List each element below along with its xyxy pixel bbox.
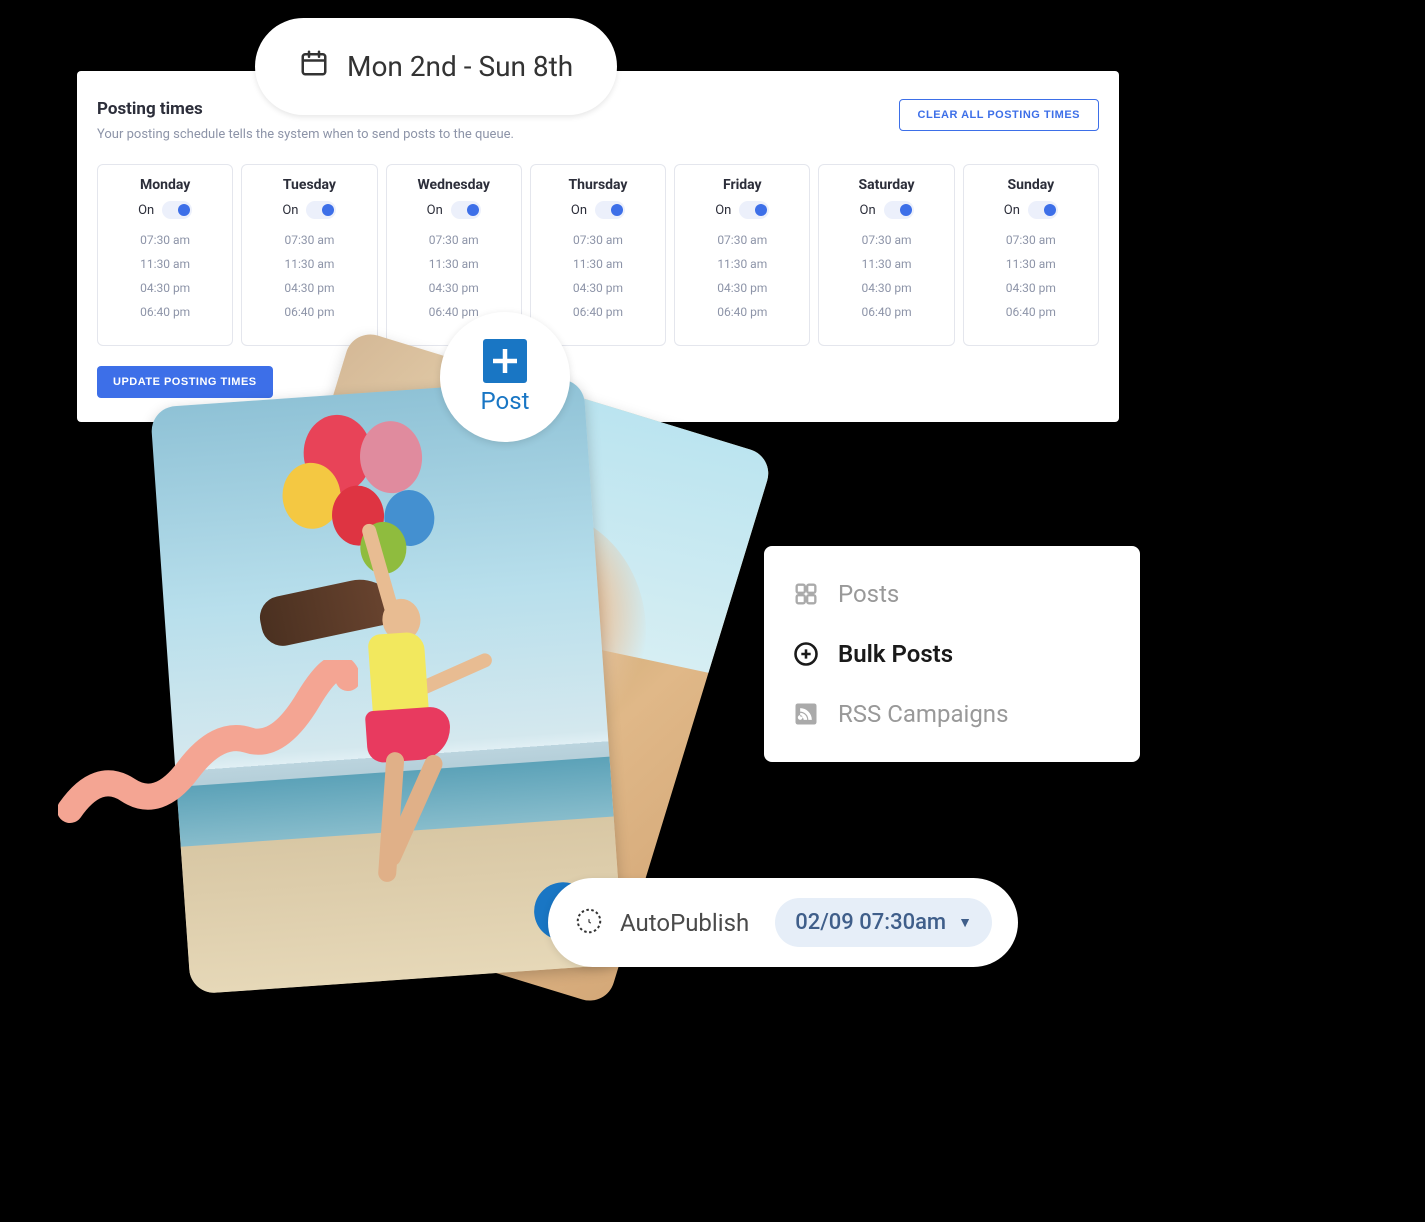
- time-slot[interactable]: 06:40 pm: [829, 305, 943, 319]
- toggle-label: On: [282, 203, 298, 218]
- toggle-label: On: [1004, 203, 1020, 218]
- time-slot[interactable]: 06:40 pm: [108, 305, 222, 319]
- menu-item-posts[interactable]: Posts: [764, 564, 1140, 624]
- posting-times-subtitle: Your posting schedule tells the system w…: [97, 127, 514, 142]
- post-button-label: Post: [481, 387, 530, 415]
- day-card: Monday On 07:30 am 11:30 am 04:30 pm 06:40 pm: [97, 164, 233, 346]
- time-slot[interactable]: 07:30 am: [685, 233, 799, 247]
- time-slot[interactable]: 07:30 am: [397, 233, 511, 247]
- day-toggle[interactable]: [884, 201, 914, 219]
- time-slot[interactable]: 11:30 am: [541, 257, 655, 271]
- time-slot[interactable]: 04:30 pm: [829, 281, 943, 295]
- post-type-menu: Posts Bulk Posts RSS Campaigns: [764, 546, 1140, 762]
- menu-item-rss-campaigns[interactable]: RSS Campaigns: [764, 684, 1140, 744]
- time-slot[interactable]: 11:30 am: [829, 257, 943, 271]
- new-post-button[interactable]: Post: [440, 312, 570, 442]
- posting-times-panel: Posting times Your posting schedule tell…: [77, 71, 1119, 422]
- days-grid: Monday On 07:30 am 11:30 am 04:30 pm 06:40 pm…: [97, 164, 1099, 346]
- time-slot[interactable]: 07:30 am: [108, 233, 222, 247]
- time-slot[interactable]: 11:30 am: [108, 257, 222, 271]
- time-slot[interactable]: 04:30 pm: [685, 281, 799, 295]
- autopublish-time-picker[interactable]: 02/09 07:30am ▼: [775, 898, 992, 947]
- day-toggle[interactable]: [595, 201, 625, 219]
- toggle-label: On: [427, 203, 443, 218]
- day-name: Wednesday: [397, 177, 511, 193]
- time-slot[interactable]: 11:30 am: [252, 257, 366, 271]
- time-slot[interactable]: 04:30 pm: [397, 281, 511, 295]
- day-name: Thursday: [541, 177, 655, 193]
- time-slot[interactable]: 07:30 am: [974, 233, 1088, 247]
- plus-icon: [483, 339, 527, 383]
- menu-item-label: Posts: [838, 580, 899, 608]
- day-card: Friday On 07:30 am 11:30 am 04:30 pm 06:40 pm: [674, 164, 810, 346]
- time-slot[interactable]: 07:30 am: [829, 233, 943, 247]
- time-slot[interactable]: 11:30 am: [397, 257, 511, 271]
- toggle-label: On: [715, 203, 731, 218]
- menu-item-label: Bulk Posts: [838, 640, 953, 668]
- toggle-label: On: [138, 203, 154, 218]
- day-toggle[interactable]: [162, 201, 192, 219]
- time-slot[interactable]: 06:40 pm: [541, 305, 655, 319]
- decorative-squiggle: [58, 660, 358, 840]
- calendar-icon: [299, 48, 329, 85]
- plus-circle-icon: [792, 640, 820, 668]
- time-slot[interactable]: 04:30 pm: [108, 281, 222, 295]
- chevron-down-icon: ▼: [958, 914, 972, 931]
- time-slot[interactable]: 06:40 pm: [974, 305, 1088, 319]
- time-slot[interactable]: 07:30 am: [541, 233, 655, 247]
- autopublish-time: 02/09 07:30am: [795, 910, 946, 935]
- day-name: Saturday: [829, 177, 943, 193]
- grid-icon: [792, 580, 820, 608]
- date-range-text: Mon 2nd - Sun 8th: [347, 50, 573, 83]
- time-slot[interactable]: 04:30 pm: [252, 281, 366, 295]
- autopublish-pill: AutoPublish 02/09 07:30am ▼: [548, 878, 1018, 967]
- clock-icon: [574, 906, 604, 940]
- day-card: Tuesday On 07:30 am 11:30 am 04:30 pm 06:40 p…: [241, 164, 377, 346]
- toggle-label: On: [571, 203, 587, 218]
- day-card: Thursday On 07:30 am 11:30 am 04:30 pm 06:40 …: [530, 164, 666, 346]
- day-name: Friday: [685, 177, 799, 193]
- time-slot[interactable]: 11:30 am: [685, 257, 799, 271]
- day-toggle[interactable]: [306, 201, 336, 219]
- update-posting-times-button[interactable]: UPDATE POSTING TIMES: [97, 366, 273, 398]
- time-slot[interactable]: 11:30 am: [974, 257, 1088, 271]
- day-toggle[interactable]: [739, 201, 769, 219]
- day-name: Monday: [108, 177, 222, 193]
- time-slot[interactable]: 06:40 pm: [685, 305, 799, 319]
- menu-item-bulk-posts[interactable]: Bulk Posts: [764, 624, 1140, 684]
- time-slot[interactable]: 04:30 pm: [541, 281, 655, 295]
- time-slot[interactable]: 07:30 am: [252, 233, 366, 247]
- day-card: Saturday On 07:30 am 11:30 am 04:30 pm 06:40 …: [818, 164, 954, 346]
- rss-icon: [792, 700, 820, 728]
- menu-item-label: RSS Campaigns: [838, 700, 1008, 728]
- autopublish-label: AutoPublish: [620, 909, 749, 937]
- clear-all-button[interactable]: CLEAR ALL POSTING TIMES: [899, 99, 1099, 131]
- day-card: Sunday On 07:30 am 11:30 am 04:30 pm 06:40 pm: [963, 164, 1099, 346]
- date-range-pill[interactable]: Mon 2nd - Sun 8th: [255, 18, 617, 115]
- time-slot[interactable]: 04:30 pm: [974, 281, 1088, 295]
- time-slot[interactable]: 06:40 pm: [252, 305, 366, 319]
- toggle-label: On: [860, 203, 876, 218]
- day-toggle[interactable]: [451, 201, 481, 219]
- day-name: Sunday: [974, 177, 1088, 193]
- day-name: Tuesday: [252, 177, 366, 193]
- day-toggle[interactable]: [1028, 201, 1058, 219]
